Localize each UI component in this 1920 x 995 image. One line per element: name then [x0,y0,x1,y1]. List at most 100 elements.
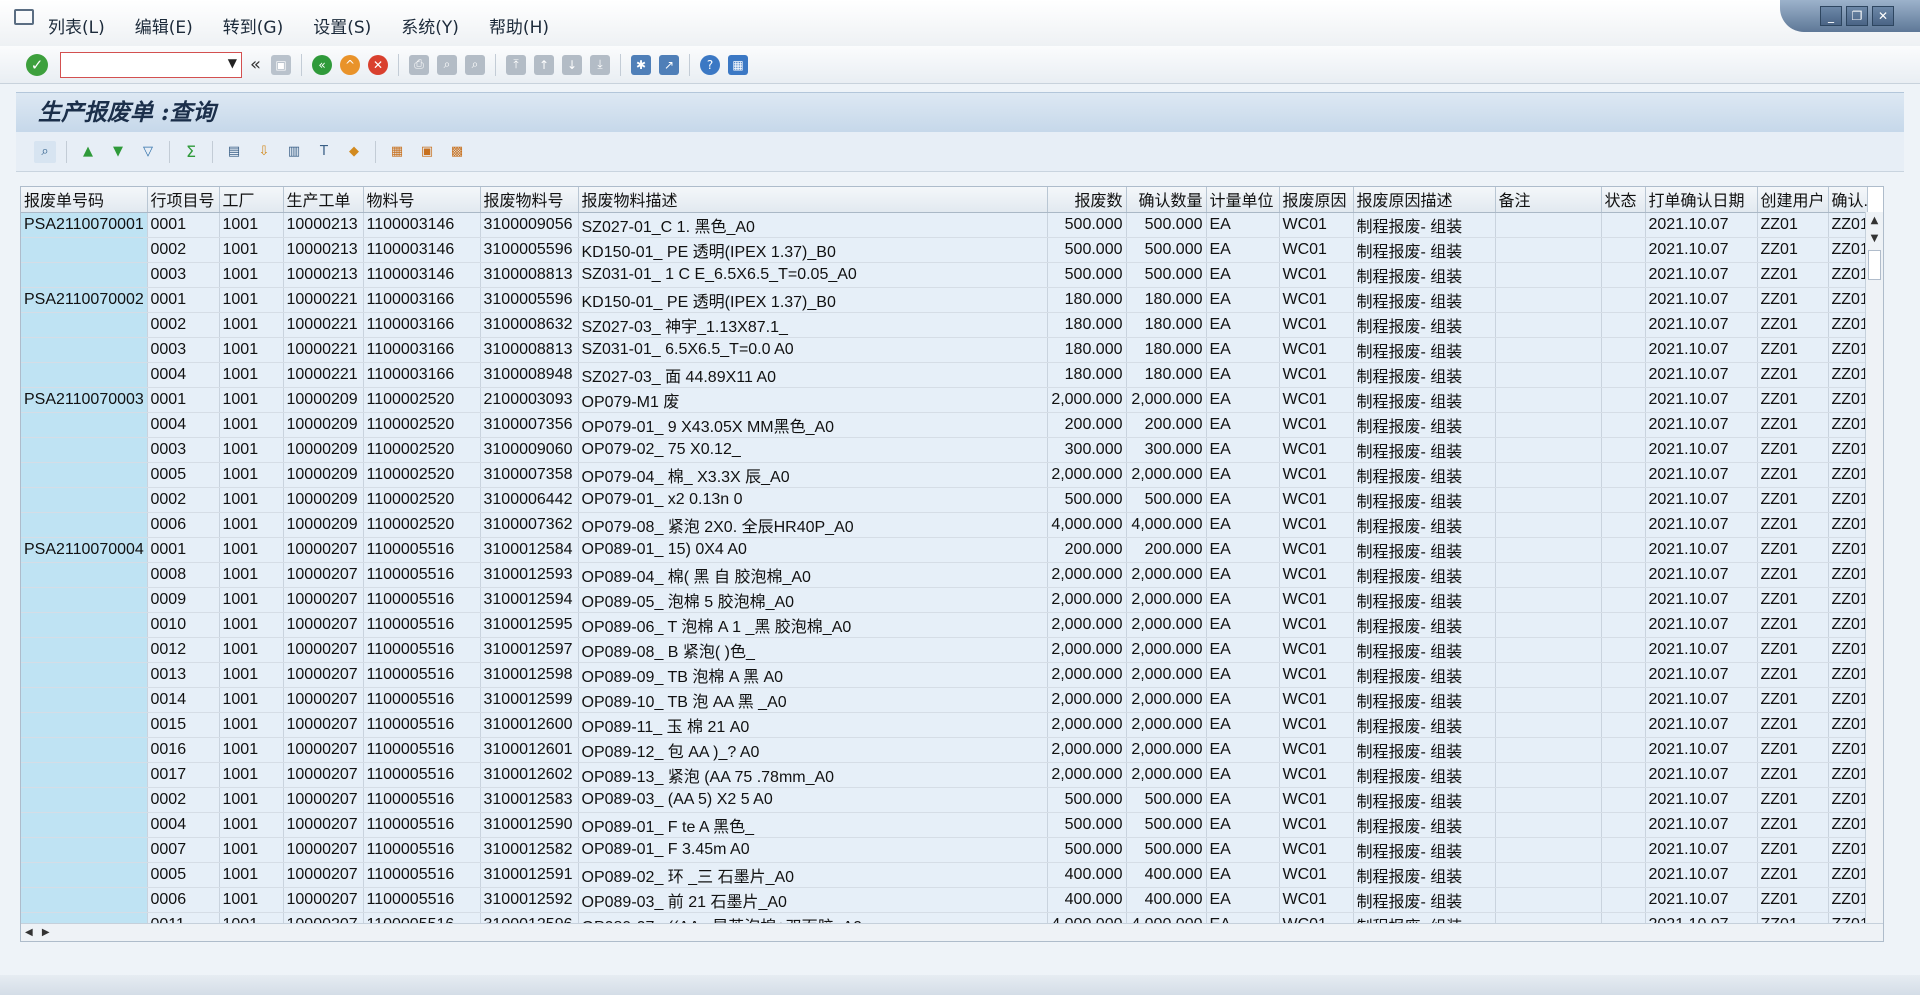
table-cell[interactable]: 0010 [147,612,220,638]
table-cell[interactable]: OP089-01_ 15) 0X4 A0 [578,537,1048,563]
table-cell[interactable]: 1100005516 [363,712,481,738]
menu-edit[interactable]: 编辑(E) [135,13,193,38]
table-cell[interactable]: 2,000.000 [1047,712,1127,738]
table-cell[interactable]: 2,000.000 [1126,737,1207,763]
scroll-thumb[interactable] [1868,250,1881,280]
shortcut-icon[interactable]: ↗ [659,54,680,75]
table-cell[interactable]: 10000213 [283,212,364,238]
table-cell[interactable]: 10000207 [283,662,364,688]
table-cell[interactable] [1495,687,1602,713]
table-cell[interactable]: ZZ01 [1757,437,1829,463]
table-cell[interactable] [1495,412,1602,438]
table-cell[interactable] [21,262,148,288]
table-cell[interactable] [21,712,148,738]
table-cell[interactable] [1495,837,1602,863]
table-cell[interactable]: 2,000.000 [1047,737,1127,763]
table-cell[interactable]: ZZ01 [1757,637,1829,663]
table-cell[interactable] [1495,512,1602,538]
table-cell[interactable]: EA [1206,612,1280,638]
table-cell[interactable]: WC01 [1279,312,1354,338]
table-cell[interactable]: EA [1206,262,1280,288]
restore-icon[interactable]: ❐ [1846,6,1868,26]
table-cell[interactable]: EA [1206,512,1280,538]
table-cell[interactable]: 2,000.000 [1126,662,1207,688]
table-cell[interactable]: ZZ01 [1757,887,1829,913]
table-cell[interactable]: 制程报废- 组装 [1353,387,1496,413]
table-cell[interactable]: 2021.10.07 [1645,237,1758,263]
table-cell[interactable]: 3100012597 [480,637,579,663]
help-icon[interactable]: ? [700,54,721,75]
enter-check-icon[interactable]: ✓ [26,53,48,76]
table-cell[interactable]: 2021.10.07 [1645,712,1758,738]
menu-settings[interactable]: 设置(S) [313,13,371,38]
table-cell[interactable]: 1001 [219,437,284,463]
table-cell[interactable]: EA [1206,362,1280,388]
table-cell[interactable]: 200.000 [1047,537,1127,563]
table-cell[interactable] [1601,637,1646,663]
table-cell[interactable]: 500.000 [1047,237,1127,263]
table-cell[interactable]: OP079-M1 废 [578,387,1048,413]
table-cell[interactable]: OP089-13_ 紧泡 (AA 75 .78mm_A0 [578,762,1048,788]
table-cell[interactable]: 0008 [147,562,220,588]
table-cell[interactable] [1601,662,1646,688]
table-cell[interactable]: 180.000 [1126,362,1207,388]
table-cell[interactable]: 2,000.000 [1126,462,1207,488]
table-cell[interactable]: 500.000 [1047,212,1127,238]
table-cell[interactable]: 制程报废- 组装 [1353,362,1496,388]
table-cell[interactable] [1601,612,1646,638]
table-cell[interactable] [21,812,148,838]
table-cell[interactable]: WC01 [1279,537,1354,563]
table-row[interactable]: 0002 1001 10000209 1100002520 3100006442 OP07… [21,487,1868,513]
system-menu-icon[interactable] [14,9,34,25]
table-cell[interactable]: 1001 [219,387,284,413]
table-cell[interactable] [1495,812,1602,838]
table-cell[interactable]: KD150-01_ PE 透明(IPEX 1.37)_B0 [578,287,1048,313]
table-cell[interactable]: ZZ01 [1757,787,1829,813]
table-cell[interactable] [1601,487,1646,513]
table-cell[interactable]: 500.000 [1126,237,1207,263]
new-session-icon[interactable]: ✱ [631,54,652,75]
table-row[interactable]: 0002 1001 10000207 1100005516 3100012583 OP08… [21,787,1868,813]
table-cell[interactable]: ZZ01 [1828,587,1868,613]
table-cell[interactable]: ZZ01 [1757,212,1829,238]
table-cell[interactable]: EA [1206,337,1280,363]
table-row[interactable]: 0005 1001 10000209 1100002520 3100007358 OP07… [21,462,1868,488]
table-cell[interactable] [1495,787,1602,813]
table-cell[interactable]: 制程报废- 组装 [1353,237,1496,263]
table-cell[interactable]: 2021.10.07 [1645,387,1758,413]
table-cell[interactable]: ZZ01 [1828,212,1868,238]
table-cell[interactable]: 0012 [147,637,220,663]
spreadsheet-icon[interactable]: ▥ [283,141,305,163]
table-cell[interactable]: WC01 [1279,412,1354,438]
table-cell[interactable]: 500.000 [1126,787,1207,813]
menu-help[interactable]: 帮助(H) [489,13,549,38]
table-cell[interactable]: OP079-02_ 75 X0.12_ [578,437,1048,463]
table-cell[interactable]: 2,000.000 [1047,387,1127,413]
table-cell[interactable]: 2021.10.07 [1645,437,1758,463]
table-cell[interactable]: OP089-01_ F te A 黑色_ [578,812,1048,838]
table-cell[interactable]: 1100003146 [363,237,481,263]
table-cell[interactable]: 2021.10.07 [1645,687,1758,713]
table-cell[interactable]: 300.000 [1126,437,1207,463]
table-cell[interactable]: WC01 [1279,487,1354,513]
table-cell[interactable]: 400.000 [1126,887,1207,913]
table-cell[interactable]: 1001 [219,887,284,913]
layout-menu-icon[interactable]: ▦ [728,54,749,75]
table-cell[interactable] [1495,737,1602,763]
table-cell[interactable]: 制程报废- 组装 [1353,212,1496,238]
table-cell[interactable]: ZZ01 [1828,562,1868,588]
table-cell[interactable]: 2021.10.07 [1645,737,1758,763]
table-cell[interactable]: 2021.10.07 [1645,287,1758,313]
table-cell[interactable]: 2021.10.07 [1645,462,1758,488]
table-cell[interactable]: 制程报废- 组装 [1353,887,1496,913]
menu-list[interactable]: 列表(L) [48,13,105,38]
table-cell[interactable]: 1100002520 [363,512,481,538]
table-cell[interactable] [1601,462,1646,488]
table-cell[interactable]: ZZ01 [1828,687,1868,713]
table-cell[interactable]: 1100005516 [363,862,481,888]
next-page-icon[interactable]: ↓ [562,54,583,75]
table-cell[interactable]: 3100012600 [480,712,579,738]
table-cell[interactable]: 4,000.000 [1047,512,1127,538]
details-icon[interactable]: ⌕ [34,140,56,163]
table-cell[interactable]: 3100012601 [480,737,579,763]
